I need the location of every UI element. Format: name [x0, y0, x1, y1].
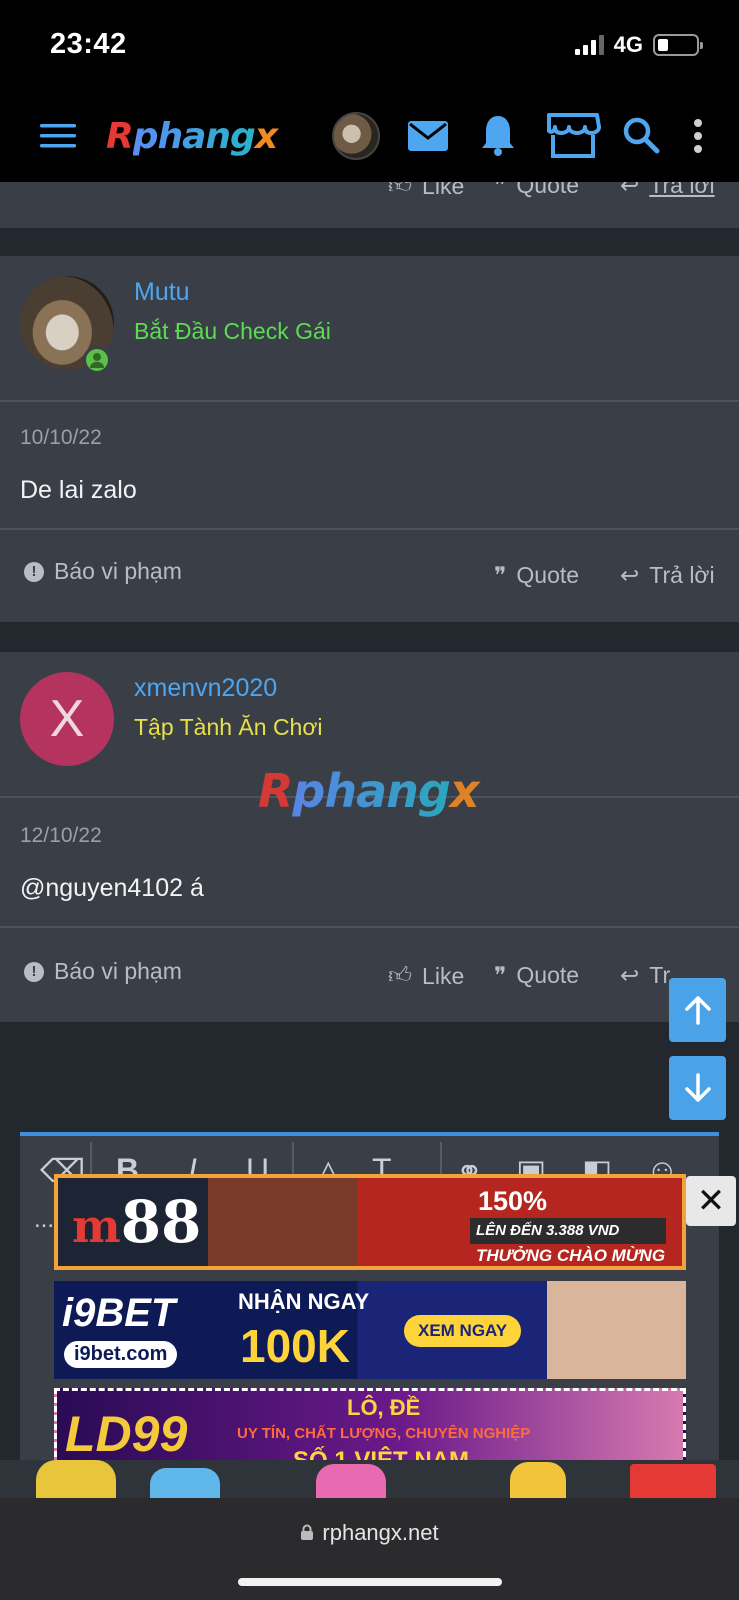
ad-headline: 150%: [478, 1186, 548, 1216]
status-time: 23:42: [50, 28, 127, 60]
signal-icon: [574, 35, 604, 55]
online-status-icon: [83, 346, 111, 374]
network-label: 4G: [613, 32, 643, 57]
report-button[interactable]: ! Báo vi phạm: [24, 958, 182, 985]
more-vertical-icon[interactable]: [686, 114, 710, 158]
thumbs-up-icon: 👍︎: [388, 962, 413, 988]
battery-icon: [653, 34, 703, 56]
reply-icon: ↩: [620, 562, 640, 588]
url-display[interactable]: rphangx.net: [0, 1520, 739, 1546]
site-logo[interactable]: Rphang x: [106, 112, 278, 160]
ad-amount: 100K: [240, 1320, 350, 1372]
ad-brand: i9BET: [62, 1291, 176, 1335]
ad-brand: LD99: [65, 1406, 188, 1462]
scroll-down-button[interactable]: [669, 1056, 726, 1120]
watermark-logo: Rphangx: [258, 764, 479, 818]
store-icon[interactable]: [544, 110, 602, 160]
post-actions: ! Báo vi phạm ❞ Quote ↩ Trả lời: [0, 528, 739, 622]
home-indicator[interactable]: [238, 1578, 502, 1586]
ad-subline: LÊN ĐẾN 3.388 VND: [470, 1218, 666, 1244]
mail-icon[interactable]: [404, 114, 452, 158]
ad-brand: m88: [72, 1188, 202, 1256]
exclamation-icon: !: [24, 561, 44, 582]
quote-button[interactable]: ❞ Quote: [494, 562, 579, 589]
reply-icon: ↩: [620, 182, 640, 198]
quote-button[interactable]: ❞ Quote: [494, 182, 579, 199]
post-mutu: Mutu Bắt Đầu Check Gái 10/10/22 De lai z…: [0, 256, 739, 622]
status-indicators: 4G: [574, 32, 703, 58]
arrow-down-icon: [684, 1073, 711, 1102]
search-icon[interactable]: [620, 114, 662, 156]
lock-icon: [301, 1524, 314, 1540]
quote-button[interactable]: ❞ Quote: [494, 962, 579, 989]
post-user-info: Mutu Bắt Đầu Check Gái: [0, 256, 739, 402]
bell-icon[interactable]: [476, 110, 520, 160]
like-button[interactable]: 👍︎ Like: [388, 962, 464, 990]
post-date[interactable]: 12/10/22: [20, 824, 102, 848]
ad-strip-partial: [0, 1460, 739, 1498]
arrow-up-icon: [684, 996, 711, 1025]
reply-button[interactable]: ↩ Tr: [620, 962, 670, 989]
reply-button[interactable]: ↩ Trả lời: [620, 562, 715, 589]
status-bar: 23:42 4G: [0, 0, 739, 90]
username[interactable]: xmenvn2020: [134, 674, 277, 703]
post-actions: ! Báo vi phạm 👍︎ Like ❞ Quote ↩ Tr: [0, 926, 739, 1022]
quote-icon: ❞: [494, 962, 507, 988]
ad-headline: NHẬN NGAY: [238, 1289, 370, 1314]
username[interactable]: Mutu: [134, 278, 190, 307]
reply-button[interactable]: ↩ Trả lời: [620, 182, 715, 199]
app-header: Rphang x: [0, 90, 739, 182]
ad-cta-button[interactable]: XEM NGAY: [404, 1315, 522, 1347]
ad-domain: i9bet.com: [64, 1341, 178, 1368]
ad-banner-m88[interactable]: m88 150% LÊN ĐẾN 3.388 VND THƯỞNG CHÀO M…: [54, 1174, 686, 1270]
post-body: De lai zalo: [20, 476, 137, 504]
previous-post-actions: 👍︎ Like ❞ Quote ↩ Trả lời: [0, 182, 739, 228]
post-separator: [0, 622, 739, 652]
reply-icon: ↩: [620, 962, 640, 988]
report-button[interactable]: ! Báo vi phạm: [24, 558, 182, 585]
exclamation-icon: !: [24, 961, 44, 982]
thumbs-up-icon: 👍︎: [388, 182, 413, 198]
ad-banner-i9bet[interactable]: i9BET i9bet.com NHẬN NGAY 100K XEM NGAY: [54, 1281, 686, 1379]
close-ad-button[interactable]: ✕: [686, 1176, 736, 1226]
quote-icon: ❞: [494, 562, 507, 588]
user-avatar[interactable]: X: [20, 672, 114, 766]
scroll-up-button[interactable]: [669, 978, 726, 1042]
menu-icon[interactable]: [36, 114, 80, 158]
user-avatar[interactable]: [332, 112, 380, 160]
ad-subline: UY TÍN, CHẤT LƯỢNG, CHUYÊN NGHIỆP: [237, 1425, 531, 1442]
more-toolbar-button[interactable]: ...: [34, 1206, 54, 1234]
post-date[interactable]: 10/10/22: [20, 426, 102, 450]
ad-tagline: THƯỞNG CHÀO MỪNG: [476, 1246, 666, 1265]
quote-icon: ❞: [494, 182, 507, 198]
user-title: Bắt Đầu Check Gái: [134, 318, 331, 344]
browser-address-bar[interactable]: rphangx.net: [0, 1498, 739, 1600]
post-body: @nguyen4102 á: [20, 874, 204, 902]
post-xmenvn2020: X xmenvn2020 Tập Tành Ăn Chơi 12/10/22 @…: [0, 652, 739, 1022]
post-separator: [0, 228, 739, 256]
user-title: Tập Tành Ăn Chơi: [134, 714, 323, 740]
like-button[interactable]: 👍︎ Like: [388, 182, 464, 200]
ad-headline: LÔ, ĐỀ: [347, 1395, 421, 1420]
